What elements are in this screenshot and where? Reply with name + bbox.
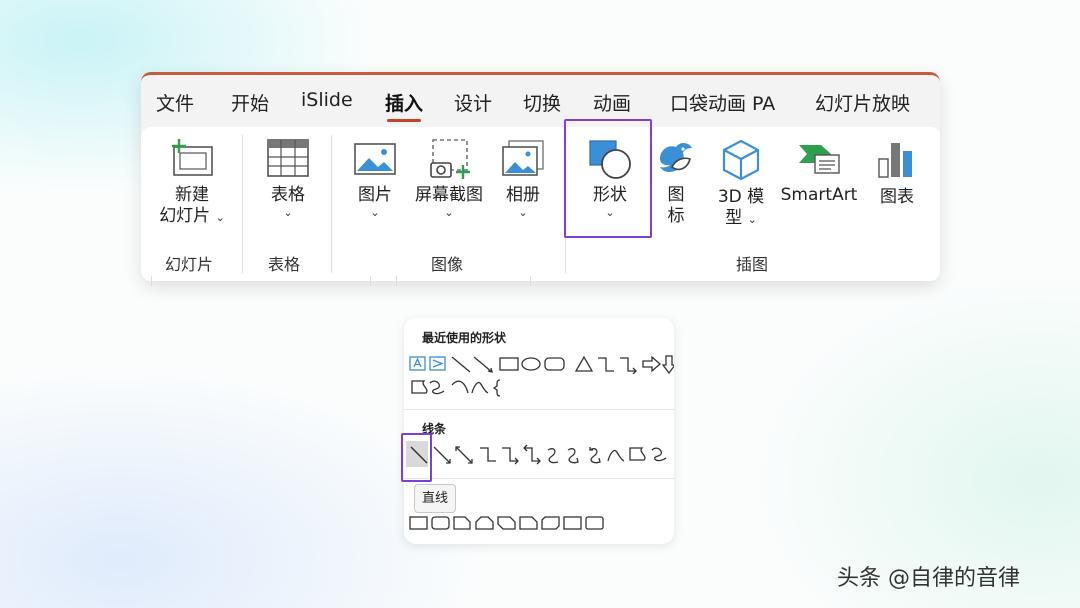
screenshot-button[interactable]: 屏幕截图 ⌄ [409,137,489,220]
chart-button[interactable]: 图表 [867,137,927,208]
recent-shapes-row-1[interactable] [408,354,674,374]
screenshot-label: 屏幕截图 [415,185,483,205]
watermark-text: 头条 @自律的音律 [837,566,1020,591]
icons-label-1: 图 [667,185,685,205]
group-divider [331,135,332,273]
smartart-label: SmartArt [780,185,858,205]
screenshot-icon [430,139,470,179]
tab-animations[interactable]: 动画 [593,89,631,116]
table-icon [267,139,309,177]
tab-insert[interactable]: 插入 [385,89,423,122]
new-slide-icon [172,139,213,176]
group-divider [242,135,243,273]
recent-shapes-row-2[interactable] [408,377,528,397]
new-slide-button[interactable]: 新建 幻灯片 ⌄ [153,137,231,227]
smartart-icon [799,145,840,174]
picture-button[interactable]: 图片 ⌄ [345,137,405,220]
recent-shapes-title: 最近使用的形状 [422,331,507,345]
line-highlight-box [401,433,432,482]
icons-button[interactable]: 图 标 [651,137,701,227]
group-label-slides: 幻灯片 [165,255,214,274]
chevron-down-icon: ⌄ [283,206,293,219]
photo-album-label: 相册 [506,185,540,205]
picture-icon [354,143,396,175]
chevron-down-icon: ⌄ [747,213,757,226]
rectangles-row[interactable] [408,514,618,532]
ribbon: 文件 开始 iSlide 插入 设计 切换 动画 口袋动画 PA 幻灯片放映 新… [141,72,940,281]
picture-label: 图片 [358,185,392,205]
table-label: 表格 [271,185,305,205]
chevron-down-icon: ⌄ [444,206,454,219]
tab-pocket-animation[interactable]: 口袋动画 PA [670,89,775,116]
group-label-tables: 表格 [268,255,301,274]
new-slide-label-2: 幻灯片 ⌄ [159,206,225,226]
thumbnail-edge [396,276,531,286]
shapes-highlight-box [564,119,652,238]
photo-album-button[interactable]: 相册 ⌄ [493,137,553,220]
icons-label-2: 标 [667,206,685,226]
chart-label: 图表 [880,187,914,207]
tab-slideshow[interactable]: 幻灯片放映 [815,89,910,116]
3d-models-label-1: 3D 模 [717,187,765,207]
divider [404,409,674,410]
tab-design[interactable]: 设计 [454,89,492,116]
photo-album-icon [502,140,544,176]
thumbnail-edge [151,276,371,286]
tab-home[interactable]: 开始 [231,89,269,116]
chevron-down-icon: ⌄ [518,206,528,219]
tooltip-straight-line: 直线 [414,484,456,513]
lines-row[interactable] [408,444,674,466]
tab-transitions[interactable]: 切换 [523,89,561,116]
chart-icon [878,143,912,178]
3d-models-button[interactable]: 3D 模 型 ⌄ [707,137,775,229]
group-label-images: 图像 [431,255,464,274]
ribbon-tabs: 文件 开始 iSlide 插入 设计 切换 动画 口袋动画 PA 幻灯片放映 [141,75,940,125]
slide-area-edge [141,276,541,288]
tab-file[interactable]: 文件 [156,89,194,116]
ribbon-panel: 新建 幻灯片 ⌄ 幻灯片 表格 ⌄ 表格 图片 ⌄ 屏幕截图 ⌄ 相册 ⌄ 图像… [141,127,940,281]
table-button[interactable]: 表格 ⌄ [253,137,323,220]
new-slide-label-1: 新建 [175,185,209,205]
bird-icon [660,142,692,172]
3d-models-label-2: 型 ⌄ [725,208,757,228]
smartart-button[interactable]: SmartArt [777,137,861,206]
divider [404,478,674,479]
group-label-illustrations: 插图 [736,255,769,274]
cube-icon [722,139,760,181]
chevron-down-icon: ⌄ [370,206,380,219]
chevron-down-icon: ⌄ [215,211,225,224]
tab-islide[interactable]: iSlide [301,89,353,111]
